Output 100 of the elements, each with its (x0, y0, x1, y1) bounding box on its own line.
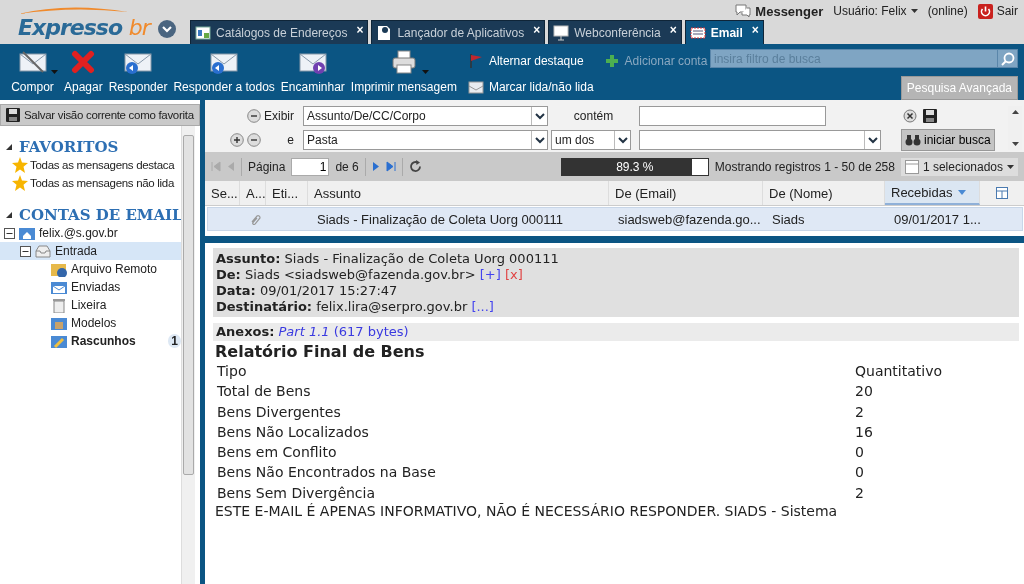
table-cell-text: Siads (771, 210, 806, 229)
tab[interactable]: Catálogos de Endereços × (190, 20, 369, 44)
refresh-icon[interactable] (408, 160, 422, 173)
trash-icon (50, 297, 68, 313)
footer-text: ESTE E-MAIL É APENAS INFORMATIVO, NÃO É NECESSÁRIO RESPONDER. SIADS - Sistema (214, 503, 839, 520)
toolbar-action[interactable]: Marcar lida/não lida (467, 74, 594, 100)
forward-icon (298, 50, 327, 74)
reply-icon (124, 50, 153, 74)
logo: Expresso br (18, 14, 153, 42)
field-select[interactable]: Pasta (303, 130, 548, 150)
tab[interactable]: Email × (684, 20, 764, 44)
toolbar-action[interactable]: Alternar destaque (467, 48, 594, 74)
search-icon[interactable] (1000, 51, 1015, 66)
clear-icon[interactable] (903, 109, 917, 123)
column-header[interactable]: De (Email) (609, 181, 763, 205)
tree-item[interactable]: Modelos (0, 314, 181, 332)
user-menu[interactable]: Usuário: Felix (833, 4, 918, 18)
page-field[interactable]: 1 (291, 157, 330, 176)
toolbar-button[interactable]: Encaminhar (277, 44, 348, 100)
floppy-icon[interactable] (923, 109, 937, 123)
collapse-icon[interactable] (4, 227, 15, 239)
caret-icon (51, 70, 58, 74)
tree-item[interactable]: Entrada (0, 242, 181, 260)
dropdown-icon (534, 112, 545, 120)
table-cell-text: Siads - Finalização de Coleta Uorg 000111 (316, 210, 564, 229)
columns-icon[interactable] (996, 187, 1008, 199)
messenger-link[interactable]: Messenger (755, 3, 824, 19)
add-icon[interactable] (230, 133, 244, 147)
tab[interactable]: Webconferência × (548, 20, 682, 44)
remove-icon[interactable] (247, 109, 261, 123)
toolbar-button[interactable]: Imprimir mensagem (347, 44, 460, 100)
dropdown-icon[interactable] (158, 20, 176, 38)
tree-item[interactable]: Lixeira (0, 296, 181, 314)
report-cell-text: 20 (855, 382, 874, 402)
dropdown-icon (617, 136, 628, 144)
close-button[interactable]: × (356, 23, 364, 37)
folder-box-icon (50, 315, 68, 331)
collapse-icon[interactable] (6, 211, 13, 219)
binoculars-icon (905, 134, 921, 146)
scroll-down-icon[interactable] (1011, 142, 1019, 146)
collapse-icon[interactable] (6, 143, 13, 151)
toolbar-button[interactable]: Compor (4, 44, 61, 100)
tree-item[interactable]: Enviadas (0, 278, 181, 296)
next-page-icon[interactable] (371, 161, 380, 172)
last-page-icon[interactable] (385, 161, 396, 172)
table-row[interactable]: Siads - Finalização de Coleta Uorg 000111 siadsweb@fazenda.go... Siads 09/01/2017 1... (207, 207, 1023, 231)
close-button[interactable]: × (669, 23, 677, 37)
save-view-button[interactable]: Salvar visão corrente como favorita (0, 104, 200, 126)
header-link[interactable]: [...] (471, 299, 494, 314)
star-icon (12, 157, 28, 173)
selection-menu[interactable]: 1 selecionados (900, 157, 1018, 176)
tab[interactable]: Lançador de Aplicativos × (371, 20, 546, 44)
online-status: (online) (927, 4, 968, 18)
section-title: FAVORITOS (19, 138, 119, 156)
report-cell-text: 2 (855, 402, 865, 422)
report-cell-text: Bens Sem Divergência (217, 483, 377, 503)
scroll-up-icon[interactable] (1011, 110, 1019, 114)
column-header[interactable]: Eti... (266, 181, 308, 205)
search-button[interactable]: iniciar busca (901, 129, 995, 151)
report-cell-text: Quantitativo (855, 362, 944, 381)
printer-icon (390, 50, 419, 74)
page-count: de 6 (335, 159, 359, 174)
tree-item[interactable]: felix.@s.gov.br (0, 224, 181, 242)
close-button[interactable]: × (533, 23, 541, 37)
caret-icon (910, 9, 918, 13)
flag-icon (467, 53, 484, 69)
value-select[interactable] (639, 130, 881, 150)
header-link[interactable]: [+] (479, 267, 501, 282)
column-header[interactable]: Recebidas (885, 181, 980, 205)
column-header[interactable]: Assunto (308, 181, 609, 205)
favorite-item[interactable]: Todas as mensagens destaca (0, 156, 181, 174)
report-title: Relatório Final de Bens (214, 342, 426, 361)
toolbar-button[interactable]: Responder a todos (170, 44, 278, 100)
column-header[interactable]: A... (240, 181, 266, 205)
tree-item[interactable]: Rascunhos 1 (0, 332, 181, 350)
logout-link[interactable]: Sair (996, 4, 1018, 18)
dropdown-icon (534, 136, 545, 144)
toolbar-button[interactable]: Responder (105, 44, 171, 100)
attachment-link[interactable]: Part 1.1 (617 bytes) (278, 324, 409, 339)
header-field: Assunto: Siads - Finalização de Coleta Uorg 000111 (216, 251, 559, 266)
close-button[interactable]: × (751, 23, 759, 37)
toolbar-button[interactable]: Apagar (61, 44, 106, 100)
record-count: Mostrando registros 1 - 50 de 258 (714, 159, 895, 174)
remove-icon[interactable] (247, 133, 261, 147)
operator-select[interactable]: um dos (551, 130, 631, 150)
report-cell-text: 0 (855, 443, 865, 463)
tree-item[interactable]: Arquivo Remoto (0, 260, 181, 278)
address-book-icon (195, 24, 211, 41)
envelope-icon (19, 50, 47, 74)
column-header[interactable]: Se... (205, 181, 240, 205)
inbox-icon (34, 243, 52, 259)
chat-icon[interactable] (734, 3, 753, 19)
report-cell-text: Total de Bens (217, 382, 312, 402)
collapse-icon[interactable] (20, 245, 31, 257)
envelope-icon (689, 24, 706, 41)
field-select[interactable]: Assunto/De/CC/Corpo (303, 106, 548, 126)
progress-reading: 89.3 % (615, 158, 655, 175)
favorite-item[interactable]: Todas as mensagens não lida (0, 174, 181, 192)
value-field[interactable] (639, 106, 826, 126)
power-icon[interactable] (977, 3, 993, 19)
